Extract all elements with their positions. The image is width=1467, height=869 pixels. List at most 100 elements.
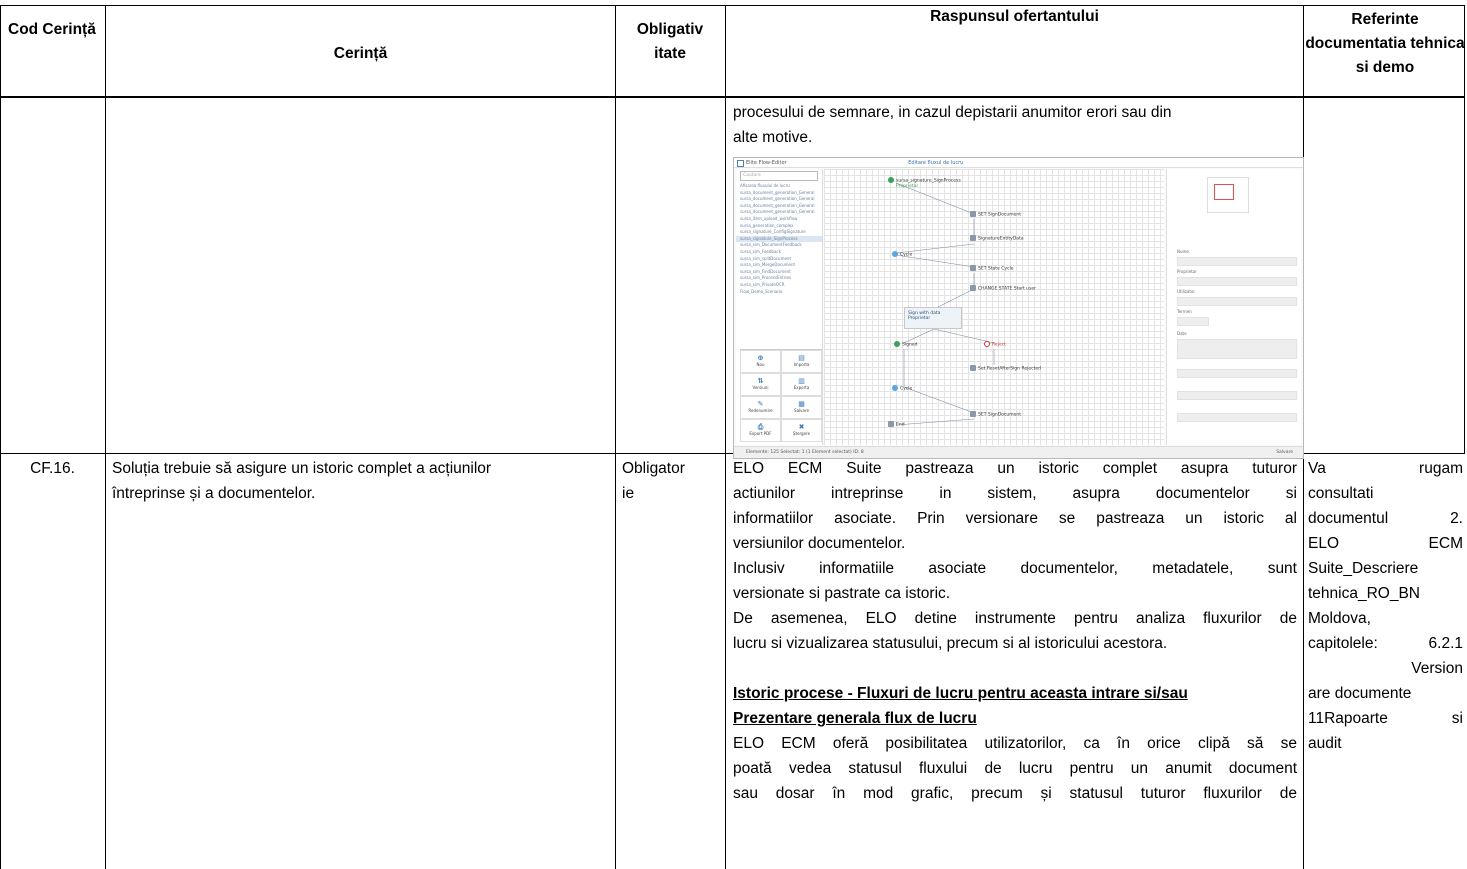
text-line: versionate si pastrate ca istoric. <box>733 585 951 602</box>
screenshot-tab: Editare fluxul de lucru <box>908 160 964 166</box>
workflow-node-start: sursa_signature_SignProcess Proprietar <box>888 177 961 189</box>
workflow-action-button[interactable]: ✎ Redenumire <box>740 396 781 419</box>
section-heading: Istoric procese - Fluxuri de lucru pentr… <box>733 685 1188 702</box>
workflow-list-item[interactable]: sursa_item_upload_workflow <box>736 216 822 223</box>
table-col-divider-3 <box>725 5 726 869</box>
prop-label: Termen <box>1177 309 1192 314</box>
workflow-action-icon: ▥ <box>798 377 805 385</box>
workflow-node-signed: Signed <box>894 341 917 348</box>
workflow-node-end: End <box>888 421 905 428</box>
workflow-list-item[interactable]: sursa_sim_splitDocument <box>736 256 822 263</box>
prop-label: Date <box>1177 331 1187 336</box>
text-line: Inclusiv informatiile asociate documente… <box>733 560 1297 577</box>
text-line: Soluția trebuie să asigure un istoric co… <box>112 460 492 477</box>
workflow-node-set-doc: SET SignDocument <box>970 211 1021 218</box>
text-line: audit <box>1308 735 1342 752</box>
text-line: întreprinse și a documentelor. <box>112 485 316 502</box>
text-line: consultati <box>1308 485 1374 502</box>
text-line: Va rugam <box>1308 460 1463 477</box>
workflow-list-item[interactable]: sursa_document_generation_General <box>736 196 822 203</box>
prop-field <box>1177 391 1297 400</box>
workflow-action-label: Importa <box>793 362 810 367</box>
workflow-node-sign-entity: SignatureEntityData <box>970 235 1024 242</box>
continuation-response: procesului de semnare, in cazul depistar… <box>733 100 1295 150</box>
prop-field <box>1177 257 1297 266</box>
workflow-list-item[interactable]: Flow_Demo_Scenario <box>736 289 822 296</box>
text-line: actiunilor intreprinse in sistem, asupra… <box>733 485 1297 502</box>
table-header-divider <box>0 96 1465 98</box>
workflow-node-set-state: Set ResetAfterSign Rejected <box>970 365 1041 372</box>
overview-thumbnail <box>1207 177 1249 213</box>
workflow-action-icon: ⎙ <box>757 423 764 431</box>
header-mandatory: Obligativ itate <box>622 18 718 66</box>
header-requirement: Cerință <box>333 45 388 62</box>
workflow-list-item[interactable]: sursa_document_generation_General <box>736 203 822 210</box>
row-mandatory: Obligator ie <box>622 456 722 506</box>
workflow-editor-screenshot: Elite Flow-Editor Editare fluxul de lucr… <box>733 157 1304 459</box>
workflow-list-item[interactable]: sursa_generation_complex <box>736 223 822 230</box>
workflow-action-label: Salvare <box>794 408 809 413</box>
workflow-list-item[interactable]: sursa_sim_MergeDocument <box>736 262 822 269</box>
text-line: Suite_Descriere <box>1308 560 1419 577</box>
workflow-action-label: Nou <box>756 362 765 367</box>
workflow-action-button[interactable]: ⎙ Export PDF <box>740 419 781 442</box>
workflow-action-button[interactable]: ▤ Importa <box>781 350 822 373</box>
workflow-action-button[interactable]: ⊕ Nou <box>740 350 781 373</box>
text-line: ie <box>622 485 635 502</box>
text-line: De asemenea, ELO detine instrumente pent… <box>733 610 1297 627</box>
text-line: Moldova, <box>1308 610 1371 627</box>
header-code-text: Cod Cerință <box>8 21 96 38</box>
prop-label: Utilizator <box>1177 289 1196 294</box>
text-line: procesului de semnare, in cazul depistar… <box>733 104 1172 121</box>
workflow-node-set-cycle: SET State Cycle <box>970 265 1014 272</box>
workflow-list-item[interactable]: Afișarea fluxului de lucru <box>736 183 822 190</box>
header-mandatory-text: Obligativ itate <box>636 21 704 62</box>
workflow-list-item[interactable]: sursa_sim_Feedback <box>736 249 822 256</box>
row-references: Va rugam consultati documentul 2. ELO EC… <box>1308 456 1463 756</box>
workflow-action-label: Redenumire <box>748 408 773 413</box>
workflow-action-button[interactable]: ⇅ Versiuni <box>740 373 781 396</box>
workflow-list-panel: Cautare Afișarea fluxului de lucru sursa_… <box>736 169 823 445</box>
text-line: documentul 2. <box>1308 510 1463 527</box>
workflow-action-button[interactable]: ▦ Salvare <box>781 396 822 419</box>
workflow-action-icon: ⇅ <box>757 377 764 385</box>
header-code: Cod Cerință <box>8 18 98 42</box>
text-line: tehnica_RO_BN <box>1308 585 1421 602</box>
status-text: Elemente: 125 Selectat: 1 (1 Element sel… <box>746 450 864 455</box>
prop-field <box>1177 297 1297 306</box>
text-line: versiunilor documentelor. <box>733 535 906 552</box>
text-line: 11Rapoarte si <box>1308 710 1463 727</box>
workflow-action-label: Export PDF <box>749 431 772 436</box>
workflow-list-item[interactable]: sursa_sim_FindDocument <box>736 269 822 276</box>
workflow-action-label: Exporta <box>793 385 810 390</box>
workflow-list-item[interactable]: sursa_signature_SignProcess <box>736 235 822 243</box>
workflow-node-cycle: Cycle <box>892 251 912 258</box>
workflow-node-check: CHANGE STATE Start user <box>970 285 1036 292</box>
workflow-list-item[interactable]: sursa_document_generation_General <box>736 209 822 216</box>
row-requirement: Soluția trebuie să asigure un istoric co… <box>112 456 612 506</box>
workflow-action-icon: ⊕ <box>757 354 764 362</box>
workflow-list-item[interactable]: sursa_sim_DocumentFeedback <box>736 242 822 249</box>
workflow-action-label: Versiuni <box>752 385 769 390</box>
workflow-node-cycle-2: Cycle <box>892 385 912 392</box>
workflow-list-item[interactable]: sursa_signature_ConfigSignature <box>736 229 822 236</box>
prop-field <box>1177 369 1297 378</box>
prop-label: Proprietar <box>1177 269 1197 274</box>
workflow-action-button[interactable]: ▥ Exporta <box>781 373 822 396</box>
workflow-search-input: Cautare <box>740 171 818 181</box>
properties-panel: Nume Proprietar Utilizator Termen Date <box>1166 169 1301 445</box>
workflow-list-item[interactable]: sursa_document_generation_General <box>736 190 822 197</box>
screenshot-title: Elite Flow-Editor <box>746 160 787 166</box>
text-line: lucru si vizualizarea statusului, precum… <box>733 635 1168 652</box>
workflow-list-item[interactable]: sursa_sim_ProcessEntries <box>736 275 822 282</box>
workflow-action-icon: ✖ <box>798 423 805 431</box>
text-line: ELO ECM Suite pastreaza un istoric compl… <box>733 460 1297 477</box>
workflow-node-reject: Reject <box>984 341 1006 348</box>
workflow-action-icon: ▦ <box>798 400 805 408</box>
requirements-table: Cod Cerință Cerință Obligativ itate Rasp… <box>0 0 1467 869</box>
text-line: poată vedea statusul fluxului de lucru p… <box>733 760 1297 777</box>
header-references-text: Referinte documentatia tehnica si demo <box>1305 11 1465 76</box>
workflow-action-button[interactable]: ✖ Ștergere <box>781 419 822 442</box>
workflow-list-item[interactable]: sursa_sim_PrivateOCR <box>736 282 822 289</box>
